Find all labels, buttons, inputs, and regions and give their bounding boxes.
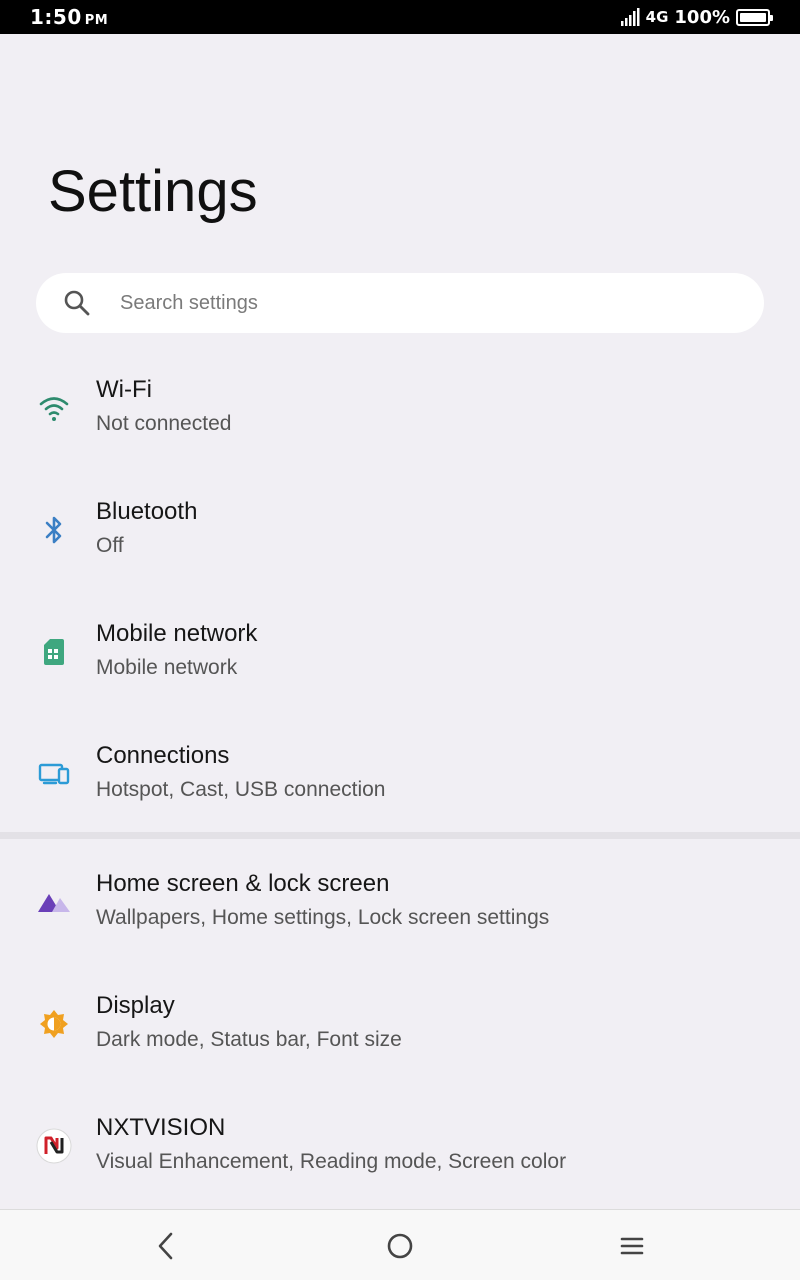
back-icon[interactable] [148, 1228, 184, 1264]
settings-item-subtitle: Off [96, 534, 124, 557]
settings-item-subtitle: Visual Enhancement, Reading mode, Screen… [96, 1150, 567, 1173]
settings-item-title: NXTVISION [96, 1114, 226, 1141]
search-bar[interactable]: Search settings [36, 273, 764, 333]
nxtvision-icon [36, 1128, 72, 1164]
home-icon[interactable] [382, 1228, 418, 1264]
page-title: Settings [48, 159, 258, 224]
status-bar: 1:50 PM 4G 100% [0, 0, 800, 34]
signal-icon [620, 8, 640, 26]
network-type: 4G [645, 8, 669, 26]
sim-card-icon [36, 634, 72, 670]
clock: 1:50 [30, 5, 82, 29]
settings-item-mobile-network[interactable]: Mobile network Mobile network [0, 597, 800, 707]
settings-item-wifi[interactable]: Wi-Fi Not connected [0, 353, 800, 463]
search-input[interactable]: Search settings [120, 292, 258, 315]
settings-item-connections[interactable]: Connections Hotspot, Cast, USB connectio… [0, 719, 800, 829]
settings-item-title: Connections [96, 742, 230, 769]
settings-item-bluetooth[interactable]: Bluetooth Off [0, 475, 800, 585]
battery-percent: 100% [674, 6, 730, 28]
battery-icon [736, 8, 773, 26]
wifi-icon [36, 390, 72, 426]
settings-item-title: Home screen & lock screen [96, 870, 390, 897]
settings-item-subtitle: Hotspot, Cast, USB connection [96, 778, 386, 801]
clock-ampm: PM [84, 13, 109, 28]
search-icon [62, 288, 92, 318]
section-divider [0, 832, 800, 839]
settings-item-nxtvision[interactable]: NXTVISION Visual Enhancement, Reading mo… [0, 1091, 800, 1201]
settings-item-home-lock-screen[interactable]: Home screen & lock screen Wallpapers, Ho… [0, 847, 800, 957]
bluetooth-icon [36, 512, 72, 548]
devices-icon [36, 756, 72, 792]
settings-item-title: Mobile network [96, 620, 258, 647]
settings-item-subtitle: Mobile network [96, 656, 238, 679]
settings-item-title: Bluetooth [96, 498, 198, 525]
settings-item-subtitle: Not connected [96, 412, 232, 435]
status-time: 1:50 PM [30, 5, 108, 29]
settings-item-title: Wi-Fi [96, 376, 152, 403]
settings-item-display[interactable]: Display Dark mode, Status bar, Font size [0, 969, 800, 1079]
brightness-icon [36, 1006, 72, 1042]
menu-icon[interactable] [614, 1228, 650, 1264]
mountain-icon [36, 884, 72, 920]
settings-item-title: Display [96, 992, 175, 1019]
settings-item-subtitle: Wallpapers, Home settings, Lock screen s… [96, 906, 550, 929]
status-indicators: 4G 100% [620, 6, 773, 28]
settings-item-subtitle: Dark mode, Status bar, Font size [96, 1028, 402, 1051]
navigation-bar [0, 1209, 800, 1280]
